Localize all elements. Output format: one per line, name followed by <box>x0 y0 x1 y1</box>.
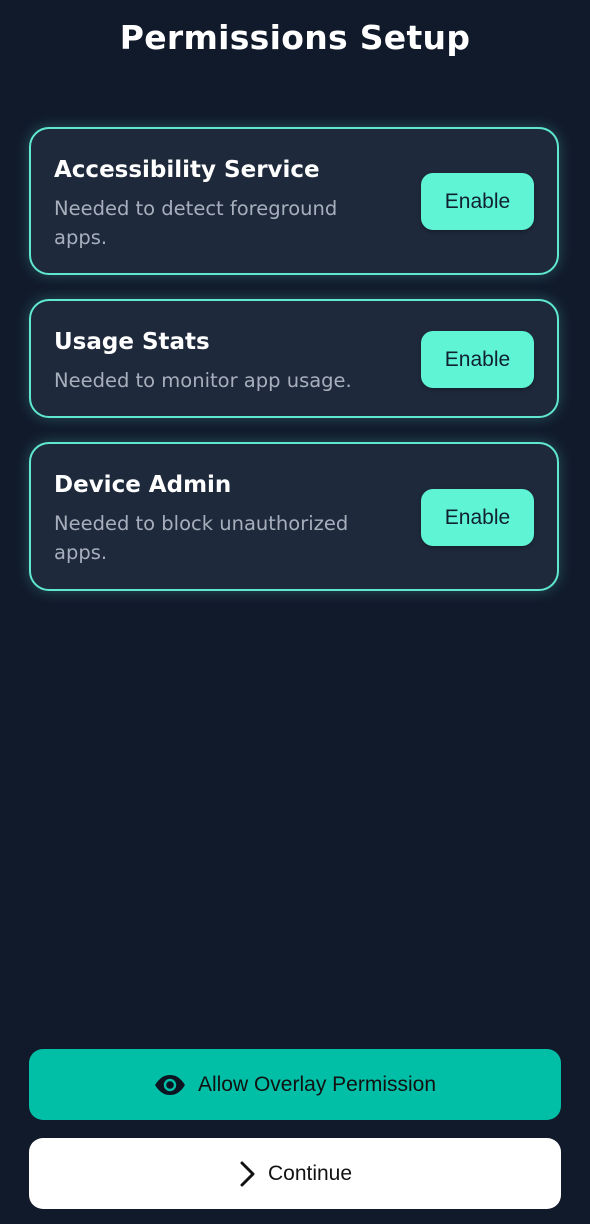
enable-device-admin-button[interactable]: Enable <box>421 489 534 546</box>
permission-card-device-admin: Device Admin Needed to block unauthorize… <box>29 442 559 591</box>
permission-card-usage-stats: Usage Stats Needed to monitor app usage.… <box>29 299 559 418</box>
permission-title: Usage Stats <box>54 329 210 355</box>
permission-description: Needed to monitor app usage. <box>54 369 352 392</box>
permission-title: Accessibility Service <box>54 157 320 183</box>
allow-overlay-permission-button[interactable]: Allow Overlay Permission <box>29 1049 561 1120</box>
permissions-screen: Permissions Setup Accessibility Service … <box>0 0 590 1224</box>
permission-title: Device Admin <box>54 472 232 498</box>
permission-description: Needed to detect foreground apps. <box>54 197 338 249</box>
permission-card-accessibility: Accessibility Service Needed to detect f… <box>29 127 559 275</box>
page-title: Permissions Setup <box>119 18 471 57</box>
continue-button-label: Continue <box>267 1161 353 1185</box>
continue-button[interactable]: Continue <box>29 1138 561 1209</box>
overlay-button-label: Allow Overlay Permission <box>197 1072 437 1096</box>
permission-description: Needed to block unauthorized apps. <box>54 512 349 564</box>
enable-usage-stats-button[interactable]: Enable <box>421 331 534 388</box>
eye-icon <box>154 1074 186 1096</box>
enable-accessibility-button[interactable]: Enable <box>421 173 534 230</box>
chevron-right-icon <box>238 1161 256 1187</box>
